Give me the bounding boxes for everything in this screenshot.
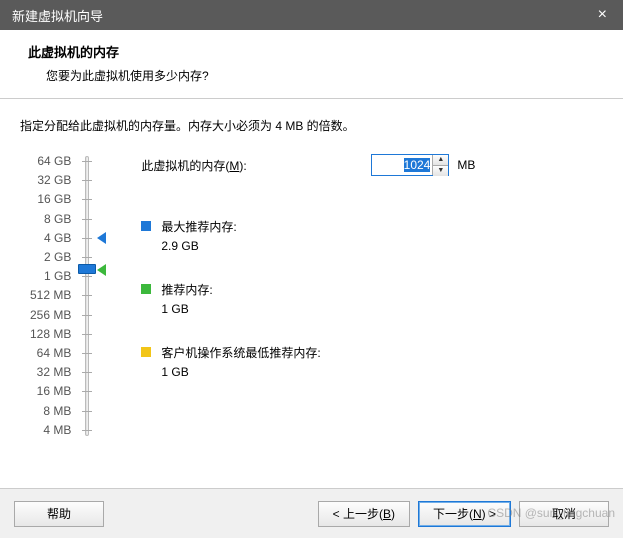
spin-up-icon[interactable]: ▲ (433, 155, 448, 166)
recommended-row: 推荐内存: 1 GB (141, 281, 603, 316)
footer: 帮助 < 上一步(B) 下一步(N) > 取消 (0, 488, 623, 538)
max-recommended-value: 2.9 GB (161, 239, 236, 253)
scale-labels: 64 GB32 GB16 GB8 GB4 GB2 GB1 GB512 MB256… (30, 152, 77, 440)
max-memory-marker-icon (97, 232, 106, 244)
scale-label: 2 GB (44, 248, 71, 267)
min-recommended-value: 1 GB (161, 365, 320, 379)
memory-input-row: 此虚拟机的内存(M): ▲ ▼ MB (141, 154, 603, 176)
max-recommended-row: 最大推荐内存: 2.9 GB (141, 218, 603, 253)
scale-label: 16 GB (37, 190, 71, 209)
window-title: 新建虚拟机向导 (12, 6, 103, 25)
scale-label: 1 GB (44, 267, 71, 286)
scale-label: 32 MB (37, 363, 72, 382)
page-subtitle: 您要为此虚拟机使用多少内存? (46, 67, 603, 84)
scale-label: 8 MB (43, 402, 71, 421)
slider-thumb[interactable] (78, 264, 96, 274)
memory-unit: MB (457, 158, 475, 172)
wizard-header: 此虚拟机的内存 您要为此虚拟机使用多少内存? (0, 30, 623, 99)
close-icon[interactable]: × (594, 6, 611, 24)
scale-label: 4 GB (44, 229, 71, 248)
min-recommended-row: 客户机操作系统最低推荐内存: 1 GB (141, 344, 603, 379)
scale-label: 16 MB (37, 382, 72, 401)
cancel-button[interactable]: 取消 (519, 501, 609, 527)
scale-label: 256 MB (30, 306, 71, 325)
scale-label: 4 MB (43, 421, 71, 440)
content-area: 指定分配给此虚拟机的内存量。内存大小必须为 4 MB 的倍数。 64 GB32 … (0, 99, 623, 450)
titlebar: 新建虚拟机向导 × (0, 0, 623, 30)
memory-spinbox[interactable]: ▲ ▼ (371, 154, 449, 176)
page-title: 此虚拟机的内存 (28, 42, 603, 61)
recommended-memory-marker-icon (97, 264, 106, 276)
spin-down-icon[interactable]: ▼ (433, 166, 448, 176)
next-button[interactable]: 下一步(N) > (418, 501, 511, 527)
recommended-label: 推荐内存: (161, 281, 212, 298)
slider-track-wrap (77, 152, 107, 440)
memory-input[interactable] (372, 155, 432, 175)
memory-input-label: 此虚拟机的内存(M): (141, 157, 371, 174)
scale-label: 64 MB (37, 344, 72, 363)
scale-label: 512 MB (30, 286, 71, 305)
help-button[interactable]: 帮助 (14, 501, 104, 527)
memory-scale: 64 GB32 GB16 GB8 GB4 GB2 GB1 GB512 MB256… (30, 152, 107, 440)
green-square-icon (141, 284, 151, 294)
scale-label: 128 MB (30, 325, 71, 344)
yellow-square-icon (141, 347, 151, 357)
scale-label: 32 GB (37, 171, 71, 190)
max-recommended-label: 最大推荐内存: (161, 218, 236, 235)
back-button[interactable]: < 上一步(B) (318, 501, 410, 527)
recommended-value: 1 GB (161, 302, 212, 316)
instruction-text: 指定分配给此虚拟机的内存量。内存大小必须为 4 MB 的倍数。 (20, 117, 603, 134)
scale-label: 8 GB (44, 210, 71, 229)
blue-square-icon (141, 221, 151, 231)
min-recommended-label: 客户机操作系统最低推荐内存: (161, 344, 320, 361)
scale-label: 64 GB (37, 152, 71, 171)
